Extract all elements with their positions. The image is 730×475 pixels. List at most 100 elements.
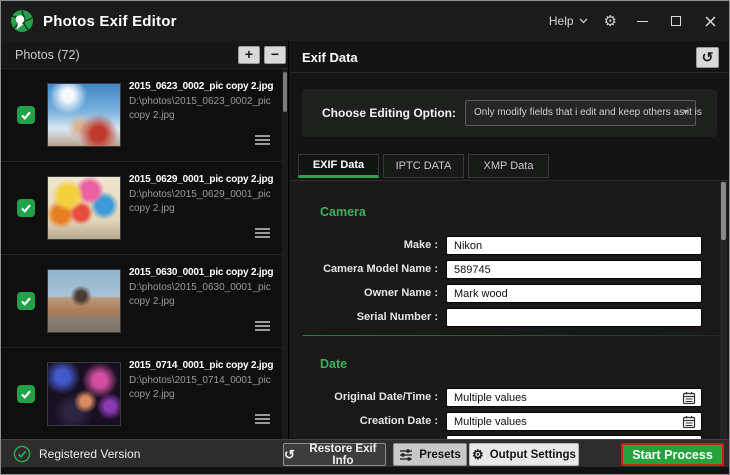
dropdown-caret-icon: ▾ xyxy=(683,101,688,125)
tab-xmp-data[interactable]: XMP Data xyxy=(468,154,549,178)
photo-checkbox[interactable] xyxy=(17,199,35,217)
check-icon xyxy=(20,202,32,214)
make-input[interactable] xyxy=(446,236,702,255)
item-menu-icon[interactable] xyxy=(255,321,270,333)
field-label: Make : xyxy=(290,239,438,251)
restore-exif-label: Restore Exif Info xyxy=(301,443,385,467)
data-tabs: EXIF Data IPTC DATA XMP Data xyxy=(298,154,549,178)
photo-meta: 2015_0623_0002_pic copy 2.jpg D:\photos\… xyxy=(129,81,280,122)
settings-gear-icon[interactable]: ⚙ xyxy=(604,14,617,29)
photo-thumbnail xyxy=(47,269,121,333)
date-section-heading: Date xyxy=(320,357,347,371)
field-row-creation-date: Creation Date : xyxy=(290,412,703,432)
refresh-icon: ↺ xyxy=(702,49,714,66)
item-menu-icon[interactable] xyxy=(255,228,270,240)
item-menu-icon[interactable] xyxy=(255,414,270,426)
refresh-button[interactable]: ↺ xyxy=(696,47,719,68)
registered-version-badge: Registered Version xyxy=(13,445,140,463)
sliders-icon xyxy=(399,449,413,461)
photo-filename: 2015_0623_0002_pic copy 2.jpg xyxy=(129,81,280,92)
app-title: Photos Exif Editor xyxy=(43,13,177,30)
photo-checkbox[interactable] xyxy=(17,292,35,310)
field-label: Serial Number : xyxy=(290,311,438,323)
photo-filepath: D:\photos\2015_0630_0001_pic copy 2.jpg xyxy=(129,281,274,308)
window-bottom-edge xyxy=(1,467,729,474)
photo-filename: 2015_0714_0001_pic copy 2.jpg xyxy=(129,360,280,371)
photo-meta: 2015_0714_0001_pic copy 2.jpg D:\photos\… xyxy=(129,360,280,401)
registered-check-icon xyxy=(13,445,31,463)
chevron-down-icon xyxy=(579,18,588,24)
restore-icon: ↺ xyxy=(284,448,295,461)
field-row-owner-name: Owner Name : xyxy=(290,284,703,304)
editing-option-box: Choose Editing Option: Only modify field… xyxy=(302,89,717,137)
photo-list-item[interactable]: 2015_0623_0002_pic copy 2.jpg D:\photos\… xyxy=(1,69,282,162)
scrollbar-thumb[interactable] xyxy=(283,72,287,112)
minimize-icon xyxy=(637,21,648,22)
maximize-button[interactable] xyxy=(667,12,685,30)
editing-option-label: Choose Editing Option: xyxy=(322,106,456,120)
photo-thumbnail xyxy=(47,83,121,147)
photo-filename: 2015_0629_0001_pic copy 2.jpg xyxy=(129,174,280,185)
check-icon xyxy=(20,109,32,121)
owner-name-input[interactable] xyxy=(446,284,702,303)
form-scrollbar[interactable] xyxy=(720,180,727,439)
titlebar-controls: Help ⚙ xyxy=(549,1,719,41)
photo-list-item[interactable]: 2015_0629_0001_pic copy 2.jpg D:\photos\… xyxy=(1,162,282,255)
field-label: Camera Model Name : xyxy=(290,263,438,275)
item-menu-icon[interactable] xyxy=(255,135,270,147)
photo-checkbox[interactable] xyxy=(17,385,35,403)
scrollbar-thumb[interactable] xyxy=(721,182,726,240)
field-label: Owner Name : xyxy=(290,287,438,299)
output-settings-button[interactable]: ⚙ Output Settings xyxy=(469,443,579,466)
editing-option-dropdown[interactable]: Only modify fields that i edit and keep … xyxy=(465,100,696,126)
restore-exif-button[interactable]: ↺ Restore Exif Info xyxy=(283,443,386,466)
photo-thumbnail xyxy=(47,362,121,426)
tab-exif-data[interactable]: EXIF Data xyxy=(298,154,379,178)
serial-number-input[interactable] xyxy=(446,308,702,327)
camera-model-input[interactable] xyxy=(446,260,702,279)
photo-list: 2015_0623_0002_pic copy 2.jpg D:\photos\… xyxy=(1,69,282,439)
photo-list-scrollbar[interactable] xyxy=(282,69,288,439)
exif-panel-title: Exif Data xyxy=(302,50,358,65)
field-row-serial-number: Serial Number : xyxy=(290,308,703,328)
editing-option-value: Only modify fields that i edit and keep … xyxy=(474,107,702,118)
photo-filepath: D:\photos\2015_0623_0002_pic copy 2.jpg xyxy=(129,95,274,122)
photo-list-item[interactable]: 2015_0630_0001_pic copy 2.jpg D:\photos\… xyxy=(1,255,282,348)
gear-icon: ⚙ xyxy=(472,448,484,461)
camera-section-heading: Camera xyxy=(320,205,366,219)
close-button[interactable] xyxy=(701,12,719,30)
section-divider xyxy=(303,335,719,336)
creation-date-input[interactable] xyxy=(446,412,702,431)
photo-meta: 2015_0630_0001_pic copy 2.jpg D:\photos\… xyxy=(129,267,280,308)
photo-filepath: D:\photos\2015_0629_0001_pic copy 2.jpg xyxy=(129,188,274,215)
photo-checkbox[interactable] xyxy=(17,106,35,124)
presets-label: Presets xyxy=(419,449,461,461)
photos-panel-header: Photos (72) + − xyxy=(1,41,288,69)
close-icon xyxy=(705,16,716,27)
check-icon xyxy=(20,388,32,400)
tab-iptc-data[interactable]: IPTC DATA xyxy=(383,154,464,178)
field-label: Creation Date : xyxy=(290,415,438,427)
start-process-button[interactable]: Start Process xyxy=(621,443,724,466)
check-icon xyxy=(20,295,32,307)
minimize-button[interactable] xyxy=(633,12,651,30)
help-menu[interactable]: Help xyxy=(549,14,588,28)
exif-data-panel: Exif Data ↺ Choose Editing Option: Only … xyxy=(290,41,729,439)
calendar-icon[interactable] xyxy=(682,391,696,405)
photo-filename: 2015_0630_0001_pic copy 2.jpg xyxy=(129,267,280,278)
remove-photos-button[interactable]: − xyxy=(264,46,286,64)
photo-meta: 2015_0629_0001_pic copy 2.jpg D:\photos\… xyxy=(129,174,280,215)
output-settings-label: Output Settings xyxy=(490,449,576,461)
calendar-icon[interactable] xyxy=(682,415,696,429)
add-photos-button[interactable]: + xyxy=(238,46,260,64)
photos-count-label: Photos (72) xyxy=(15,48,80,62)
original-datetime-input[interactable] xyxy=(446,388,702,407)
photos-panel: Photos (72) + − 2015_0623_0002_pic copy … xyxy=(1,41,289,439)
help-label: Help xyxy=(549,14,574,28)
titlebar: Photos Exif Editor Help ⚙ xyxy=(1,1,729,41)
photo-list-item[interactable]: 2015_0714_0001_pic copy 2.jpg D:\photos\… xyxy=(1,348,282,441)
app-window: Photos Exif Editor Help ⚙ Photos (72) + … xyxy=(0,0,730,475)
presets-button[interactable]: Presets xyxy=(393,443,467,466)
field-row-make: Make : xyxy=(290,236,703,256)
photo-filepath: D:\photos\2015_0714_0001_pic copy 2.jpg xyxy=(129,374,274,401)
